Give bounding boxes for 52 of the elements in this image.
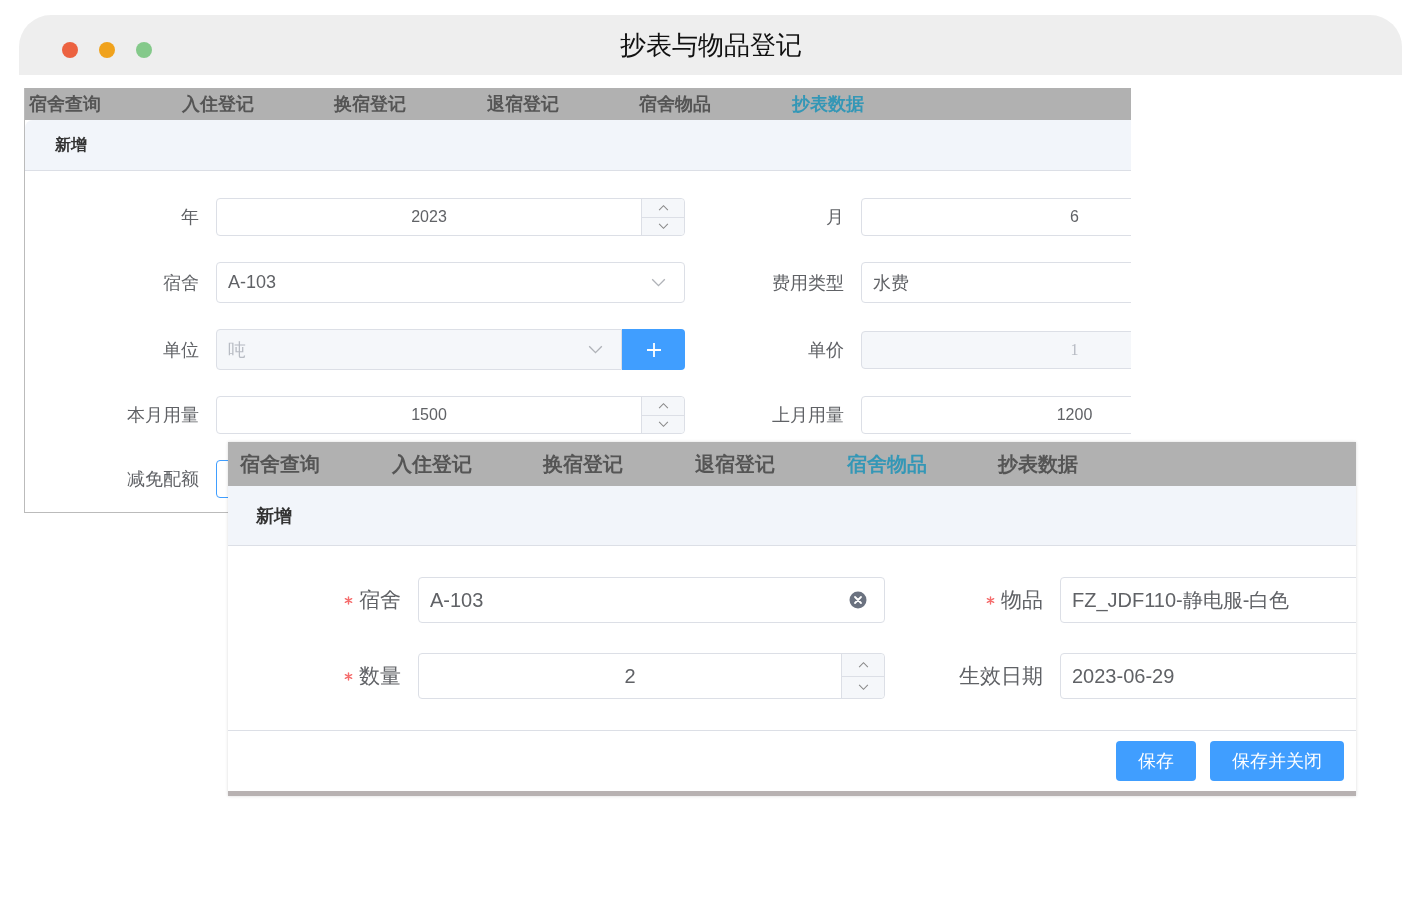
text-field[interactable]: 水费 bbox=[861, 262, 1131, 303]
maximize-window-icon[interactable] bbox=[136, 42, 152, 58]
clear-icon[interactable] bbox=[849, 591, 867, 609]
plus-icon bbox=[645, 341, 662, 358]
add-button[interactable] bbox=[622, 329, 685, 370]
field-label: 月 bbox=[826, 206, 844, 229]
save-button[interactable]: 保存并关闭 bbox=[1210, 741, 1344, 781]
minimize-window-icon[interactable] bbox=[99, 42, 115, 58]
chevron-up-icon bbox=[657, 402, 669, 410]
chevron-down-icon bbox=[588, 345, 603, 354]
save-button[interactable]: 保存 bbox=[1116, 741, 1196, 781]
select-field[interactable]: A-103 bbox=[418, 577, 885, 623]
field-label: 单价 bbox=[808, 338, 844, 362]
nav-tab[interactable]: 入住登记 bbox=[181, 88, 335, 120]
nav-tab[interactable]: 宿舍查询 bbox=[240, 442, 392, 486]
window-title: 抄表与物品登记 bbox=[619, 28, 802, 62]
number-stepper-field[interactable]: 1500 bbox=[216, 396, 685, 434]
header-title: 新增 bbox=[55, 134, 87, 155]
text-field[interactable]: 2023-06-29 bbox=[1060, 653, 1356, 699]
field-label: 数量 bbox=[359, 663, 401, 689]
chevron-down-icon bbox=[857, 683, 869, 691]
header-title: 新增 bbox=[256, 504, 292, 528]
close-window-icon[interactable] bbox=[62, 42, 78, 58]
number-stepper-field[interactable]: 2 bbox=[418, 653, 885, 699]
nav-tab[interactable]: 宿舍物品 bbox=[639, 88, 792, 120]
field-label: 宿舍 bbox=[359, 587, 401, 613]
field-label: 宿舍 bbox=[163, 271, 199, 295]
field-label: 费用类型 bbox=[772, 271, 844, 295]
nav-tab[interactable]: 换宿登记 bbox=[543, 442, 696, 486]
field-label: 本月用量 bbox=[127, 404, 199, 427]
field-label: 单位 bbox=[163, 338, 199, 362]
nav-tab[interactable]: 退宿登记 bbox=[486, 88, 640, 120]
nav-tab[interactable]: 宿舍查询 bbox=[29, 88, 182, 120]
chevron-down-icon bbox=[651, 278, 666, 287]
field-label: 减免配额 bbox=[127, 468, 199, 491]
nav-tab[interactable]: 抄表数据 bbox=[998, 442, 1151, 486]
nav-tab[interactable]: 退宿登记 bbox=[695, 442, 847, 486]
number-stepper-field[interactable]: 2023 bbox=[216, 198, 685, 236]
select-field[interactable]: A-103 bbox=[216, 262, 685, 303]
field-label: 生效日期 bbox=[959, 663, 1043, 689]
chevron-down-icon bbox=[657, 420, 669, 428]
text-field[interactable]: FZ_JDF110-静电服-白色 bbox=[1060, 577, 1356, 623]
nav-tab[interactable]: 换宿登记 bbox=[334, 88, 487, 120]
number-field[interactable]: 6 bbox=[861, 198, 1131, 236]
nav-tab[interactable]: 入住登记 bbox=[391, 442, 544, 486]
field-label: 物品 bbox=[1001, 587, 1043, 613]
chevron-down-icon bbox=[657, 222, 669, 230]
number-field[interactable]: 1200 bbox=[861, 396, 1131, 434]
field-label: 上月用量 bbox=[772, 404, 844, 427]
chevron-up-icon bbox=[857, 661, 869, 669]
field-label: 年 bbox=[181, 206, 199, 229]
chevron-up-icon bbox=[657, 204, 669, 212]
